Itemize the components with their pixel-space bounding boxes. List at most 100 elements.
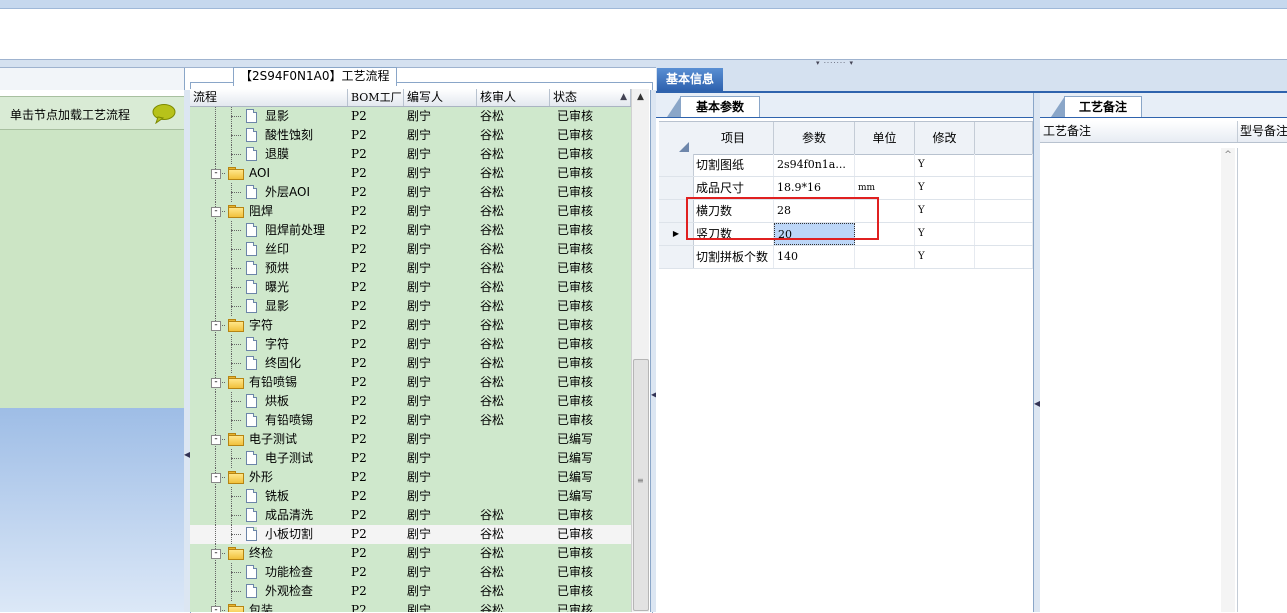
tree-row[interactable]: 阻焊前处理 P2 剧宁 谷松 已审核 [190,221,631,240]
col-header-item[interactable]: 项目 [693,122,774,154]
tree-row[interactable]: 烘板 P2 剧宁 谷松 已审核 [190,392,631,411]
scroll-thumb[interactable]: ≡ [633,359,649,611]
tree-node-label[interactable]: 显影 [265,297,289,316]
tree-row[interactable]: 曝光 P2 剧宁 谷松 已审核 [190,278,631,297]
col-header-writer[interactable]: 编写人 [404,89,477,106]
collapse-toggle-icon[interactable]: - [211,473,221,483]
tree-node-label[interactable]: 外形 [249,468,273,487]
col-header-unit[interactable]: 单位 [855,122,915,154]
tree-node-label[interactable]: AOI [249,164,270,183]
col-header-bom[interactable]: BOM工厂 [348,89,404,106]
process-notes-textarea[interactable] [1043,148,1238,612]
param-value-cell[interactable]: 140 [774,246,855,268]
param-row[interactable]: 切割图纸 2s94f0n1a... Y [659,154,1033,177]
param-value-cell[interactable]: 18.9*16 [774,177,855,199]
col-header-flow[interactable]: 流程 [190,89,348,106]
param-modify-cell[interactable]: Y [915,154,975,176]
tree-node-label[interactable]: 烘板 [265,392,289,411]
col-header-process-notes[interactable]: 工艺备注 [1043,121,1238,142]
tree-node-label[interactable]: 外观检查 [265,582,313,601]
tree-node-label[interactable]: 终检 [249,544,273,563]
param-unit-cell[interactable]: mm [855,177,915,199]
row-indicator[interactable] [659,154,694,176]
collapse-toggle-icon[interactable]: - [211,207,221,217]
col-header-param[interactable]: 参数 [774,122,855,154]
tree-row[interactable]: 功能检查 P2 剧宁 谷松 已审核 [190,563,631,582]
tree-row[interactable]: 丝印 P2 剧宁 谷松 已审核 [190,240,631,259]
tab-basic-info[interactable]: 基本信息 [657,68,723,91]
param-unit-cell[interactable] [855,223,915,245]
tree-node-label[interactable]: 功能检查 [265,563,313,582]
param-modify-cell[interactable]: Y [915,200,975,222]
col-header-model-notes[interactable]: 型号备注 [1238,121,1287,142]
param-row[interactable]: 切割拼板个数 140 Y [659,246,1033,269]
tab-basic-params[interactable]: 基本参数 [667,96,760,117]
param-modify-cell[interactable]: Y [915,177,975,199]
tree-row[interactable]: 铣板 P2 剧宁 已编写 [190,487,631,506]
param-value-cell[interactable]: 28 [774,200,855,222]
tree-node-label[interactable]: 电子测试 [249,430,297,449]
tree-row[interactable]: 电子测试 P2 剧宁 已编写 [190,449,631,468]
tree-node-label[interactable]: 成品清洗 [265,506,313,525]
tree-row[interactable]: 成品清洗 P2 剧宁 谷松 已审核 [190,506,631,525]
param-unit-cell[interactable] [855,154,915,176]
splitter-grip-icon[interactable]: ▾ ······· ▾ [800,60,870,67]
col-header-modify[interactable]: 修改 [915,122,975,154]
collapse-toggle-icon[interactable]: - [211,169,221,179]
scroll-up-arrow-icon[interactable]: ▲ [632,89,649,106]
tree-node-label[interactable]: 显影 [265,107,289,126]
tree-row[interactable]: 预烘 P2 剧宁 谷松 已审核 [190,259,631,278]
param-row[interactable]: ▶ 竖刀数 20 Y [659,223,1033,246]
collapse-toggle-icon[interactable]: - [211,378,221,388]
tree-node-label[interactable]: 终固化 [265,354,301,373]
tree-row[interactable]: 小板切割 P2 剧宁 谷松 已审核 [190,525,631,544]
tree-row[interactable]: - 有铅喷锡 P2 剧宁 谷松 已审核 [190,373,631,392]
param-unit-cell[interactable] [855,246,915,268]
tree-row[interactable]: - 外形 P2 剧宁 已编写 [190,468,631,487]
col-header-status[interactable]: 状态 ▲ [550,89,631,106]
tree-node-label[interactable]: 曝光 [265,278,289,297]
row-indicator[interactable] [659,177,694,199]
tree-node-label[interactable]: 包装 [249,601,273,612]
tree-node-label[interactable]: 电子测试 [265,449,313,468]
tree-node-label[interactable]: 阻焊前处理 [265,221,325,240]
right-collapse-bar[interactable]: ◀ [1033,93,1040,612]
tree-row[interactable]: 终固化 P2 剧宁 谷松 已审核 [190,354,631,373]
collapse-toggle-icon[interactable]: - [211,549,221,559]
collapse-toggle-icon[interactable]: - [211,435,221,445]
tree-node-label[interactable]: 预烘 [265,259,289,278]
tree-node-label[interactable]: 有铅喷锡 [265,411,313,430]
row-indicator[interactable] [659,246,694,268]
row-indicator-current-icon[interactable]: ▶ [659,223,694,245]
tree-row[interactable]: 退膜 P2 剧宁 谷松 已审核 [190,145,631,164]
tree-node-label[interactable]: 小板切割 [265,525,313,544]
tree-node-label[interactable]: 外层AOI [265,183,310,202]
tree-node-label[interactable]: 阻焊 [249,202,273,221]
tree-node-label[interactable]: 丝印 [265,240,289,259]
tree-node-label[interactable]: 退膜 [265,145,289,164]
tree-node-label[interactable]: 字符 [265,335,289,354]
tree-node-label[interactable]: 铣板 [265,487,289,506]
collapse-toggle-icon[interactable]: - [211,321,221,331]
tree-row[interactable]: - 阻焊 P2 剧宁 谷松 已审核 [190,202,631,221]
tree-row[interactable]: 字符 P2 剧宁 谷松 已审核 [190,335,631,354]
tree-row[interactable]: - 字符 P2 剧宁 谷松 已审核 [190,316,631,335]
notes-scroll-up-icon[interactable]: ^ [1221,148,1235,162]
param-value-cell[interactable]: 2s94f0n1a... [774,154,855,176]
param-row[interactable]: 横刀数 28 Y [659,200,1033,223]
tree-row[interactable]: 外观检查 P2 剧宁 谷松 已审核 [190,582,631,601]
notes-scrollbar[interactable]: ^ [1221,148,1235,612]
nav-tree-area[interactable] [0,130,184,408]
tree-row[interactable]: 酸性蚀刻 P2 剧宁 谷松 已审核 [190,126,631,145]
tree-row[interactable]: 外层AOI P2 剧宁 谷松 已审核 [190,183,631,202]
param-modify-cell[interactable]: Y [915,246,975,268]
tree-row[interactable]: 显影 P2 剧宁 谷松 已审核 [190,297,631,316]
tree-row[interactable]: - 包装 P2 剧宁 谷松 已审核 [190,601,631,612]
process-tree-grid[interactable]: 流程 BOM工厂 编写人 核审人 状态 ▲ 显影 P2 剧宁 谷松 已审核 酸性蚀刻 P2 剧宁… [190,89,631,612]
tree-node-label[interactable]: 字符 [249,316,273,335]
param-modify-cell[interactable]: Y [915,223,975,245]
param-value-cell[interactable]: 20 [774,223,855,245]
tree-node-label[interactable]: 有铅喷锡 [249,373,297,392]
col-header-reviewer[interactable]: 核审人 [477,89,550,106]
tree-row[interactable]: - 终检 P2 剧宁 谷松 已审核 [190,544,631,563]
